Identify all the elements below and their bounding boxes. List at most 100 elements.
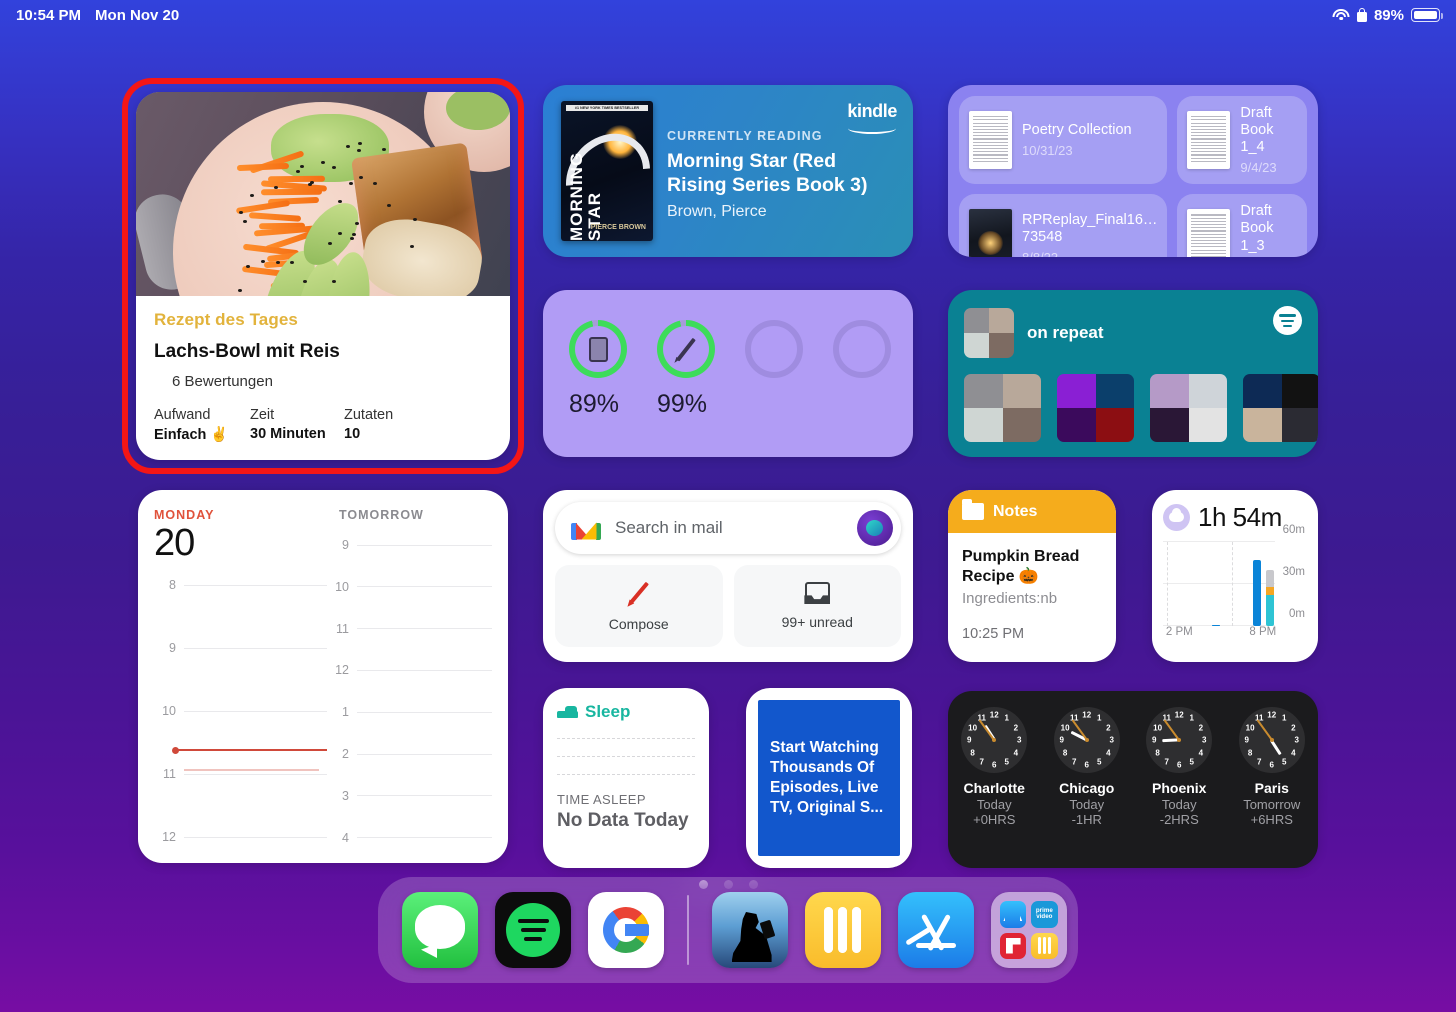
file-date: 8/8/23	[1022, 250, 1157, 257]
sleep-widget[interactable]: Sleep TIME ASLEEP No Data Today	[543, 688, 709, 868]
netflix-promo[interactable]: Start Watching Thousands Of Episodes, Li…	[758, 700, 900, 856]
clock-numeral: 9	[1245, 736, 1249, 745]
clock-day: Today	[952, 797, 1036, 812]
clock-numeral: 10	[1246, 723, 1255, 732]
file-item[interactable]: Draft Book 1_4 9/4/23	[1177, 96, 1307, 184]
calendar-widget[interactable]: MONDAY 20 8 9 10 11 12 TOMORROW 9 10 11 12 1 2 3 4	[138, 490, 508, 863]
album-cover[interactable]	[1057, 374, 1134, 442]
screen-time-widget[interactable]: 1h 54m 0m 30m 60m 2 PM 8 PM	[1152, 490, 1318, 662]
note-subtitle: Ingredients:nb	[962, 590, 1102, 607]
clock-numeral: 7	[1257, 757, 1261, 766]
screen-time-icon	[1163, 504, 1190, 531]
wifi-icon	[1332, 9, 1350, 22]
battery-rings	[569, 320, 891, 378]
document-thumbnail-icon	[1187, 209, 1230, 257]
file-item[interactable]: Draft Book 1_3 8/7/23	[1177, 194, 1307, 257]
clock-numeral: 8	[1248, 748, 1252, 757]
file-item[interactable]: RPReplay_Final16…73548 8/8/23	[959, 194, 1167, 257]
clock-numeral: 9	[1152, 736, 1156, 745]
file-name: Poetry Collection	[1022, 122, 1132, 139]
album-cover[interactable]	[1150, 374, 1227, 442]
battery-ring-pencil	[657, 320, 715, 378]
chart-y-label: 60m	[1283, 524, 1305, 536]
album-cover[interactable]	[1243, 374, 1318, 442]
clock-numeral: 2	[1199, 723, 1203, 732]
spotify-widget[interactable]: on repeat	[948, 290, 1318, 457]
mail-search-bar[interactable]: Search in mail	[555, 502, 901, 554]
lock-portrait-icon	[1357, 8, 1367, 22]
clock-face: 12 1 2 3 4 5 6 7 8 9 10 11	[1054, 707, 1120, 773]
calendar-event-bar	[184, 769, 319, 771]
photo-thumbnail-icon	[969, 209, 1012, 257]
battery-ring-empty	[745, 320, 803, 378]
clock-numeral: 12	[1175, 711, 1184, 720]
clock-numeral: 12	[990, 711, 999, 720]
clock-numeral: 7	[980, 757, 984, 766]
album-cover[interactable]	[964, 374, 1041, 442]
battery-ring-empty	[833, 320, 891, 378]
clock-day: Today	[1045, 797, 1129, 812]
calendar-hour-slot: 10	[154, 704, 327, 718]
clock-offset: +6HRS	[1230, 812, 1314, 827]
clock-numeral: 9	[1060, 736, 1064, 745]
calendar-hour-label: 3	[327, 789, 349, 803]
gmail-widget[interactable]: Search in mail Compose 99+ unread	[543, 490, 913, 662]
file-item[interactable]: Poetry Collection 10/31/23	[959, 96, 1167, 184]
unread-button[interactable]: 99+ unread	[734, 565, 902, 647]
clock-numeral: 6	[1085, 761, 1089, 770]
cover-banner: #1 NEW YORK TIMES BESTSELLER	[566, 105, 648, 111]
clock-numeral: 4	[1106, 748, 1110, 757]
folder-icon[interactable]: prime video	[991, 892, 1067, 968]
kindle-icon[interactable]	[712, 892, 788, 968]
clock-numeral: 3	[1110, 736, 1114, 745]
world-clock-widget[interactable]: 12 1 2 3 4 5 6 7 8 9 10 11 Charlotte Today +0HRS 12 1 2 3 4…	[948, 691, 1318, 868]
calendar-hour-slot: 9	[154, 641, 327, 655]
netflix-widget[interactable]: Start Watching Thousands Of Episodes, Li…	[746, 688, 912, 868]
search-input[interactable]: Search in mail	[615, 518, 843, 538]
status-time: 10:54 PM	[16, 7, 81, 24]
status-bar: 10:54 PM Mon Nov 20 89%	[0, 0, 1456, 30]
sleep-caption: TIME ASLEEP	[557, 792, 695, 807]
google-icon[interactable]	[588, 892, 664, 968]
battery-percent-pencil: 99%	[657, 390, 715, 419]
note-timestamp: 10:25 PM	[962, 626, 1102, 642]
account-avatar[interactable]	[857, 510, 893, 546]
status-date: Mon Nov 20	[95, 7, 179, 24]
calendar-hour-slot: 1	[327, 705, 492, 719]
clock-day: Tomorrow	[1230, 797, 1314, 812]
playlist-title: on repeat	[1027, 323, 1104, 343]
calendar-hour-slot: 10	[327, 580, 492, 594]
file-date: 9/4/23	[1240, 160, 1297, 175]
clock-numeral: 10	[1061, 723, 1070, 732]
battery-percent: 89%	[1374, 7, 1404, 24]
clock-offset: -2HRS	[1137, 812, 1221, 827]
mini-flipboard-icon	[1000, 933, 1027, 960]
files-widget[interactable]: Poetry Collection 10/31/23 Draft Book 1_…	[948, 85, 1318, 257]
apple-pencil-icon	[676, 337, 695, 360]
mini-app-store-icon	[1000, 901, 1027, 928]
calendar-hour-label: 9	[327, 538, 349, 552]
kindle-widget[interactable]: #1 NEW YORK TIMES BESTSELLER MORNING STA…	[543, 85, 913, 257]
clock-numeral: 8	[1155, 748, 1159, 757]
clock-numeral: 8	[1063, 748, 1067, 757]
calendar-hour-slot: 3	[327, 789, 492, 803]
batteries-widget[interactable]: 89% 99%	[543, 290, 913, 457]
calendar-hour-label: 11	[327, 622, 349, 636]
spotify-icon[interactable]	[495, 892, 571, 968]
clock-numeral: 7	[1165, 757, 1169, 766]
notes-widget[interactable]: Notes Pumpkin Bread Recipe 🎃 Ingredients…	[948, 490, 1116, 662]
cover-author: PIERCE BROWN	[591, 224, 646, 233]
app-store-icon[interactable]	[898, 892, 974, 968]
compose-button[interactable]: Compose	[555, 565, 723, 647]
clock-numeral: 5	[1190, 757, 1194, 766]
file-name: Draft Book 1_4	[1240, 105, 1297, 156]
clock-offset: -1HR	[1045, 812, 1129, 827]
status-bar-right: 89%	[1332, 7, 1440, 24]
file-date: 10/31/23	[1022, 143, 1132, 158]
calendar-tomorrow-column: TOMORROW 9 10 11 12 1 2 3 4	[327, 508, 492, 845]
waves-icon[interactable]	[805, 892, 881, 968]
messages-icon[interactable]	[402, 892, 478, 968]
mini-prime-video-icon: prime video	[1031, 901, 1058, 928]
playlist-thumbnail	[964, 308, 1014, 358]
status-bar-left: 10:54 PM Mon Nov 20	[16, 7, 179, 24]
